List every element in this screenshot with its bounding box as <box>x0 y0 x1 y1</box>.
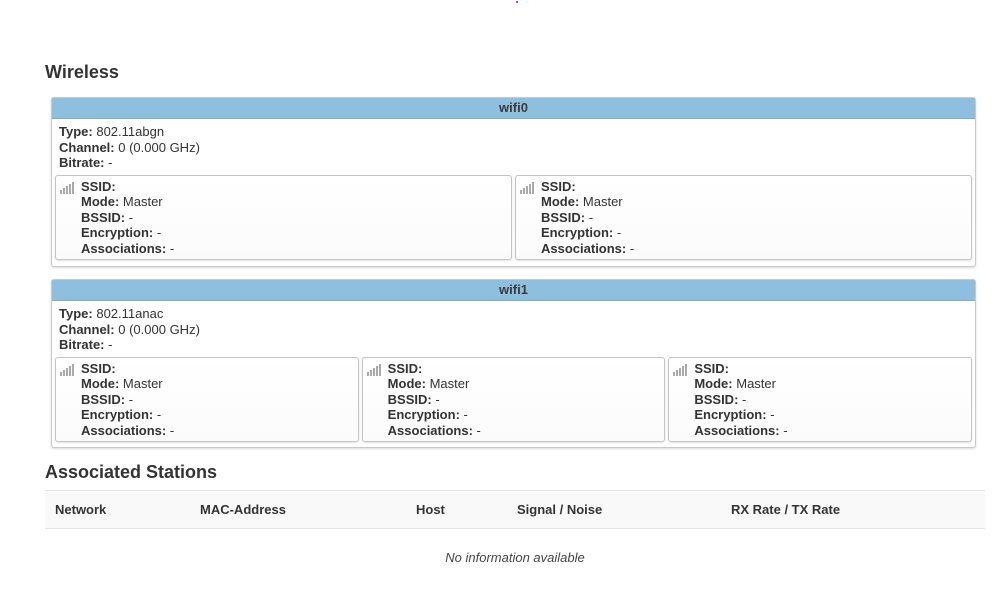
wireless-signal-icon <box>520 180 538 194</box>
column-header-rx-tx-rate[interactable]: RX Rate / TX Rate <box>731 491 931 528</box>
encryption-label: Encryption: <box>81 407 154 423</box>
interface-card[interactable]: SSID: Mode: Master BSSID: - Encryption: … <box>668 356 973 443</box>
interface-fields: SSID: Mode: Master BSSID: - Encryption: … <box>541 179 634 257</box>
type-label: Type: <box>59 124 93 139</box>
radio-header: wifi0 <box>52 98 975 119</box>
bssid-label: BSSID: <box>387 391 432 407</box>
associations-value: - <box>169 240 175 256</box>
page: Wireless wifi0 Type: 802.11abgn Channel:… <box>0 0 1001 597</box>
wireless-section-title: Wireless <box>45 62 119 82</box>
bssid-value: - <box>128 391 134 407</box>
bssid-label: BSSID: <box>694 391 739 407</box>
encryption-label: Encryption: <box>694 407 767 423</box>
empty-table-message: No information available <box>445 550 585 565</box>
radio-wifi1: wifi1 Type: 802.11anac Channel: 0 (0.000… <box>51 279 976 448</box>
associations-label: Associations: <box>81 422 167 438</box>
bitrate-label: Bitrate: <box>59 155 105 170</box>
mode-value: Master <box>122 194 163 210</box>
type-value: 802.11abgn <box>96 124 165 139</box>
encryption-label: Encryption: <box>81 225 154 241</box>
bssid-label: BSSID: <box>81 209 126 225</box>
radio-type: Type: 802.11abgn <box>59 124 975 140</box>
interface-fields: SSID: Mode: Master BSSID: - Encryption: … <box>81 179 174 257</box>
associated-stations-table: Network MAC-Address Host Signal / Noise … <box>45 490 985 565</box>
interface-fields: SSID: Mode: Master BSSID: - Encryption: … <box>388 361 481 439</box>
column-header-mac-address[interactable]: MAC-Address <box>200 491 416 528</box>
bssid-label: BSSID: <box>541 209 586 225</box>
encryption-label: Encryption: <box>541 225 614 241</box>
interface-card[interactable]: SSID: Mode: Master BSSID: - Encryption: … <box>515 174 972 261</box>
radio-channel: Channel: 0 (0.000 GHz) <box>59 322 975 338</box>
mode-label: Mode: <box>694 376 733 392</box>
wireless-signal-icon <box>673 362 691 376</box>
ssid-label: SSID: <box>81 360 116 376</box>
mode-label: Mode: <box>81 376 120 392</box>
ssid-label: SSID: <box>387 360 423 376</box>
radio-wifi0: wifi0 Type: 802.11abgn Channel: 0 (0.000… <box>51 97 976 267</box>
mode-value: Master <box>429 376 470 392</box>
channel-value: 0 (0.000 GHz) <box>118 139 200 155</box>
interface-list: SSID: Mode: Master BSSID: - Encryption: … <box>52 353 975 446</box>
radio-channel: Channel: 0 (0.000 GHz) <box>59 140 975 156</box>
radio-info: Type: 802.11anac Channel: 0 (0.000 GHz) … <box>52 301 975 353</box>
bitrate-label: Bitrate: <box>59 337 105 352</box>
interface-fields: SSID: Mode: Master BSSID: - Encryption: … <box>694 361 787 439</box>
interface-list: SSID: Mode: Master BSSID: - Encryption: … <box>52 171 975 264</box>
bssid-value: - <box>128 209 134 225</box>
interface-card[interactable]: SSID: Mode: Master BSSID: - Encryption: … <box>361 356 666 443</box>
encryption-value: - <box>616 225 622 241</box>
associations-label: Associations: <box>81 240 167 256</box>
wireless-signal-icon <box>60 180 78 194</box>
associations-value: - <box>169 422 175 438</box>
radio-type: Type: 802.11anac <box>59 306 975 322</box>
channel-label: Channel: <box>59 321 115 337</box>
interface-card[interactable]: SSID: Mode: Master BSSID: - Encryption: … <box>55 174 512 261</box>
bssid-label: BSSID: <box>81 391 126 407</box>
encryption-value: - <box>463 407 468 423</box>
radio-bitrate: Bitrate: - <box>59 337 975 353</box>
mode-value: Master <box>582 194 623 210</box>
associations-label: Associations: <box>541 240 627 256</box>
type-value: 802.11anac <box>96 306 164 321</box>
wireless-signal-icon <box>60 362 78 376</box>
radio-header: wifi1 <box>52 280 975 301</box>
column-header-network[interactable]: Network <box>45 491 200 528</box>
column-header-signal-noise[interactable]: Signal / Noise <box>517 491 731 528</box>
associations-value: - <box>783 422 788 438</box>
mode-value: Master <box>736 376 776 392</box>
interface-fields: SSID: Mode: Master BSSID: - Encryption: … <box>81 361 174 439</box>
radio-info: Type: 802.11abgn Channel: 0 (0.000 GHz) … <box>52 119 975 171</box>
table-header-row: Network MAC-Address Host Signal / Noise … <box>45 490 985 529</box>
encryption-label: Encryption: <box>387 407 460 423</box>
ssid-label: SSID: <box>81 178 116 194</box>
encryption-value: - <box>770 407 775 423</box>
bssid-value: - <box>588 209 594 225</box>
channel-value: 0 (0.000 GHz) <box>118 321 200 337</box>
mode-label: Mode: <box>541 194 580 210</box>
bitrate-value: - <box>108 337 113 352</box>
encryption-value: - <box>156 225 162 241</box>
red-dot-marker <box>516 1 518 3</box>
associations-value: - <box>476 422 481 438</box>
channel-label: Channel: <box>59 139 115 155</box>
mode-value: Master <box>122 376 163 392</box>
associated-stations-title: Associated Stations <box>45 462 218 482</box>
encryption-value: - <box>156 407 162 423</box>
bitrate-value: - <box>108 155 113 170</box>
interface-card[interactable]: SSID: Mode: Master BSSID: - Encryption: … <box>55 356 359 443</box>
bssid-value: - <box>435 391 440 407</box>
mode-label: Mode: <box>81 194 120 210</box>
ssid-label: SSID: <box>694 360 730 376</box>
ssid-label: SSID: <box>541 178 576 194</box>
radio-bitrate: Bitrate: - <box>59 155 975 171</box>
mode-label: Mode: <box>387 376 426 392</box>
associations-label: Associations: <box>694 422 780 438</box>
associations-value: - <box>629 240 635 256</box>
wireless-signal-icon <box>366 362 385 376</box>
associations-label: Associations: <box>387 422 473 438</box>
type-label: Type: <box>59 306 93 321</box>
bssid-value: - <box>742 391 747 407</box>
column-header-host[interactable]: Host <box>416 491 517 528</box>
